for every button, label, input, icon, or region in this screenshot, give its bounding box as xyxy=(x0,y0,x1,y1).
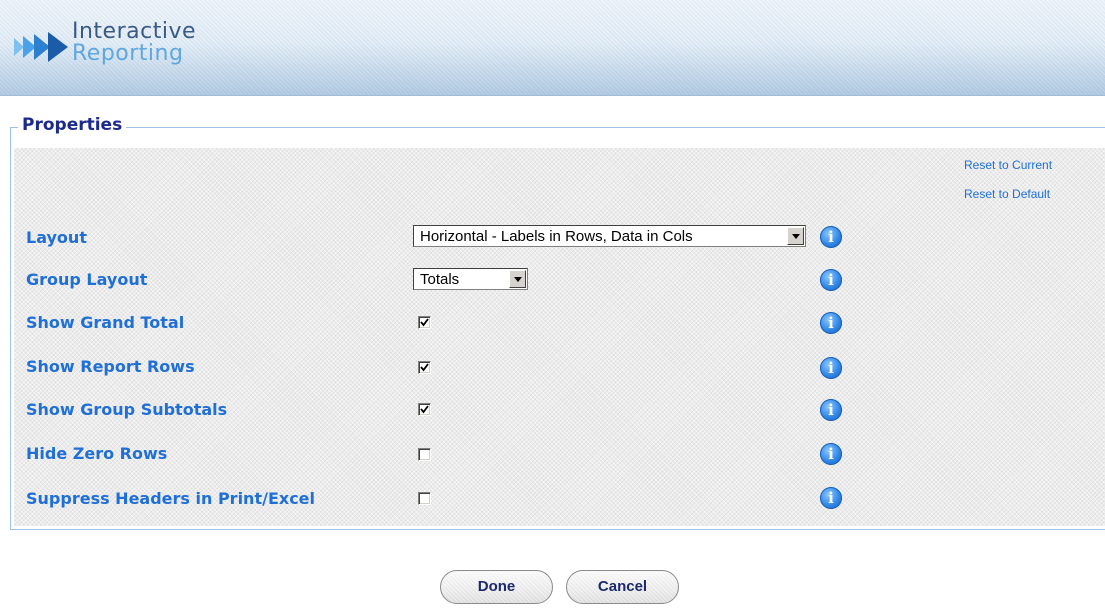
properties-panel xyxy=(14,148,1105,526)
checkmark-icon xyxy=(420,318,429,327)
show-group-subtotals-info-icon[interactable]: i xyxy=(820,399,842,421)
interactive-reporting-logo: Interactive Reporting xyxy=(14,18,224,74)
logo-text-reporting: Reporting xyxy=(72,41,184,66)
show-group-subtotals-label: Show Group Subtotals xyxy=(26,400,228,419)
chevron-down-icon[interactable] xyxy=(787,227,804,245)
layout-select-value: Horizontal - Labels in Rows, Data in Col… xyxy=(420,228,693,245)
done-button[interactable]: Done xyxy=(440,570,553,604)
show-grand-total-checkbox[interactable] xyxy=(418,316,431,329)
suppress-headers-info-icon[interactable]: i xyxy=(820,487,842,509)
checkmark-icon xyxy=(420,363,429,372)
app-header: Interactive Reporting xyxy=(0,0,1105,96)
hide-zero-rows-label: Hide Zero Rows xyxy=(26,444,168,463)
suppress-headers-checkbox[interactable] xyxy=(418,492,431,505)
show-report-rows-info-icon[interactable]: i xyxy=(820,357,842,379)
group-layout-select[interactable]: Totals xyxy=(413,268,528,290)
reset-to-default-link[interactable]: Reset to Default xyxy=(964,187,1050,201)
suppress-headers-label: Suppress Headers in Print/Excel xyxy=(26,489,316,508)
show-report-rows-checkbox[interactable] xyxy=(418,361,431,374)
layout-info-icon[interactable]: i xyxy=(820,226,842,248)
hide-zero-rows-checkbox[interactable] xyxy=(418,448,431,461)
group-layout-select-value: Totals xyxy=(420,271,460,288)
hide-zero-rows-info-icon[interactable]: i xyxy=(820,443,842,465)
logo-arrows-icon xyxy=(14,32,68,62)
show-grand-total-label: Show Grand Total xyxy=(26,313,185,332)
checkmark-icon xyxy=(420,405,429,414)
group-layout-info-icon[interactable]: i xyxy=(820,269,842,291)
properties-title: Properties xyxy=(18,115,127,135)
show-grand-total-info-icon[interactable]: i xyxy=(820,312,842,334)
layout-label: Layout xyxy=(26,228,87,247)
chevron-down-icon[interactable] xyxy=(509,270,526,288)
reset-to-current-link[interactable]: Reset to Current xyxy=(964,158,1052,172)
show-group-subtotals-checkbox[interactable] xyxy=(418,403,431,416)
layout-select[interactable]: Horizontal - Labels in Rows, Data in Col… xyxy=(413,225,806,247)
cancel-button[interactable]: Cancel xyxy=(566,570,679,604)
show-report-rows-label: Show Report Rows xyxy=(26,357,195,376)
group-layout-label: Group Layout xyxy=(26,270,148,289)
